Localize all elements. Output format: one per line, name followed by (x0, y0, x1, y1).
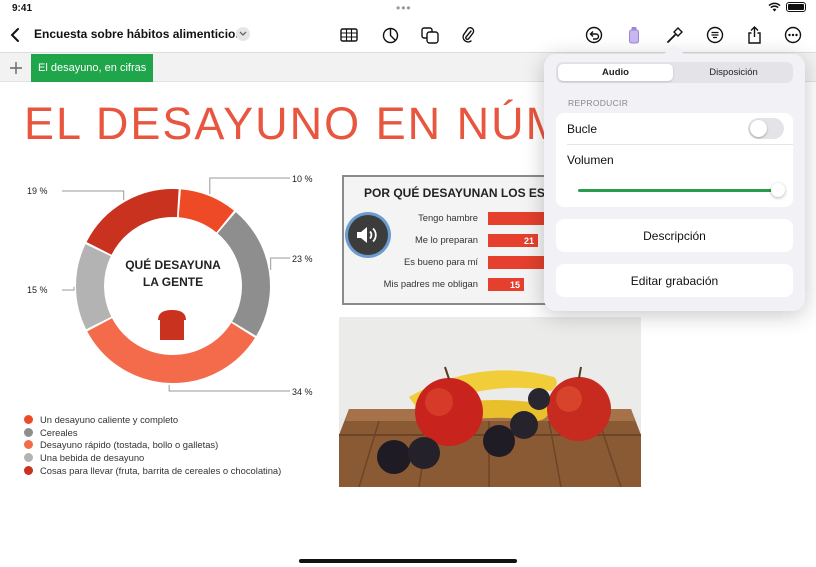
audio-speaker-button[interactable] (345, 212, 391, 258)
audio-format-popover: Audio Disposición REPRODUCIR Bucle Volum… (544, 44, 805, 311)
edit-recording-button[interactable]: Editar grabación (556, 264, 793, 297)
status-bar: 9:41 ••• (0, 0, 816, 18)
legend-item: Cosas para llevar (fruta, barrita de cer… (24, 464, 281, 477)
table-icon[interactable] (336, 22, 362, 48)
status-time: 9:41 (12, 3, 33, 14)
donut-legend: Un desayuno caliente y completo Cereales… (24, 413, 281, 477)
chart-icon[interactable] (377, 22, 403, 48)
shapes-icon[interactable] (417, 22, 443, 48)
undo-icon[interactable] (581, 22, 607, 48)
document-title[interactable]: Encuesta sobre hábitos alimenticios (34, 27, 242, 41)
battery-icon (786, 2, 806, 12)
paintbrush-format-icon[interactable] (621, 22, 647, 48)
donut-center-label: QUÉ DESAYUNA LA GENTE (125, 258, 221, 289)
donut-segment (76, 244, 112, 330)
popover-segmented-control: Audio Disposición (556, 62, 793, 83)
donut-percent-label: 34 % (292, 387, 313, 397)
speaker-icon (357, 227, 377, 243)
toast-icon (158, 310, 186, 340)
share-icon[interactable] (741, 22, 767, 48)
wifi-icon (768, 2, 781, 12)
fruit-photo[interactable] (339, 317, 641, 487)
bar-category-label: Me lo preparan (414, 234, 478, 245)
legend-item: Un desayuno caliente y completo (24, 413, 281, 426)
home-indicator (299, 559, 517, 563)
loop-label: Bucle (567, 122, 598, 136)
legend-item: Desayuno rápido (tostada, bollo o gallet… (24, 439, 281, 452)
donut-percent-label: 19 % (27, 186, 48, 196)
donut-segment (178, 189, 234, 233)
sheet-tab-active[interactable]: El desayuno, en cifras (31, 54, 154, 82)
bar-mark: 15 (488, 278, 524, 291)
legend-item: Cereales (24, 426, 281, 439)
bar-row: Mis padres me obligan 15 (344, 275, 564, 293)
bar-category-label: Es bueno para mí (403, 256, 478, 267)
donut-leader-line (62, 190, 125, 201)
tab-audio[interactable]: Audio (558, 64, 673, 81)
donut-percent-label: 15 % (27, 285, 48, 295)
donut-leader-line (62, 286, 75, 291)
canvas-title[interactable]: EL DESAYUNO EN NÚMER (24, 98, 632, 150)
donut-segment (86, 189, 179, 256)
fruit-image-icon (339, 317, 641, 487)
paperclip-icon[interactable] (455, 22, 481, 48)
title-menu-chevron-icon[interactable] (236, 27, 250, 41)
donut-leader-line (209, 177, 290, 195)
donut-percent-label: 10 % (292, 174, 313, 184)
bar-category-label: Mis padres me obligan (383, 278, 478, 289)
donut-percent-label: 23 % (292, 254, 313, 264)
description-button[interactable]: Descripción (556, 219, 793, 252)
legend-item: Una bebida de desayuno (24, 451, 281, 464)
loop-toggle[interactable] (748, 118, 784, 139)
toolbar: Encuesta sobre hábitos alimenticios (0, 18, 816, 52)
multitask-dots-icon[interactable]: ••• (396, 1, 412, 15)
bar-chart-title: POR QUÉ DESAYUNAN LOS ES (364, 186, 545, 200)
bar-mark: 21 (488, 234, 538, 247)
donut-leader-line (270, 257, 290, 270)
donut-leader-line (168, 384, 290, 392)
add-sheet-plus-icon[interactable] (6, 58, 26, 78)
tab-disposicion[interactable]: Disposición (676, 64, 791, 81)
list-menu-icon[interactable] (702, 22, 728, 48)
section-label-reproducir: REPRODUCIR (568, 98, 629, 108)
volume-label: Volumen (567, 153, 614, 167)
back-chevron-icon[interactable] (2, 22, 28, 48)
volume-slider-handle[interactable] (771, 183, 785, 197)
bar-category-label: Tengo hambre (418, 212, 478, 223)
playback-settings-group: Bucle Volumen (556, 113, 793, 207)
volume-slider[interactable] (578, 189, 778, 192)
more-options-icon[interactable] (780, 22, 806, 48)
